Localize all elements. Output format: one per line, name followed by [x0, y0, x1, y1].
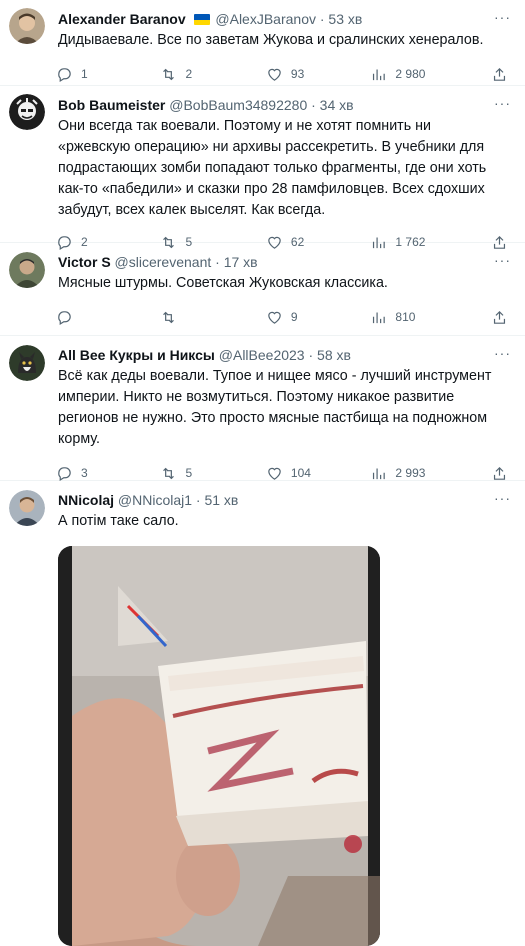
reply-icon — [58, 466, 71, 481]
view-count: 2 980 — [395, 67, 426, 81]
like-count: 9 — [290, 310, 298, 324]
view-count: 810 — [395, 310, 416, 324]
retweet-button[interactable]: 2 — [160, 66, 265, 83]
tweet[interactable]: ··· All Bee Кукры и Никсы @AllBee2023 · … — [0, 336, 525, 481]
views-icon — [373, 468, 386, 479]
timestamp[interactable]: · 51 хв — [196, 492, 238, 508]
tweet-text: Дидываевале. Все по заветам Жукова и сра… — [58, 32, 484, 48]
retweet-count: 5 — [185, 466, 193, 480]
author-handle[interactable]: @NNicolaj1 — [118, 492, 192, 508]
avatar[interactable] — [9, 94, 45, 130]
reply-icon — [58, 310, 71, 325]
views-button[interactable]: 2 980 — [370, 66, 491, 83]
timestamp[interactable]: · 58 хв — [308, 347, 350, 363]
author-handle[interactable]: @AllBee2023 — [219, 347, 305, 363]
tweet[interactable]: ··· Bob Baumeister @BobBaum34892280 · 34… — [0, 86, 525, 250]
timestamp[interactable]: · 34 хв — [311, 97, 353, 113]
more-icon[interactable]: ··· — [494, 10, 511, 24]
share-icon — [494, 67, 506, 81]
avatar[interactable] — [9, 345, 45, 381]
avatar[interactable] — [9, 252, 45, 288]
author-handle[interactable]: @slicerevenant — [115, 254, 212, 270]
timestamp[interactable]: · 17 хв — [215, 254, 257, 270]
action-bar: 9 810 — [56, 298, 511, 336]
tweet[interactable]: ··· Alexander Baranov @AlexJBaranov · 53… — [0, 0, 525, 86]
like-button[interactable]: 93 — [266, 66, 370, 83]
share-button[interactable] — [491, 309, 511, 326]
share-icon — [494, 466, 506, 480]
author-name[interactable]: Alexander Baranov — [58, 11, 186, 27]
tweet-text: Всё как деды воевали. Тупое и нищее мясо… — [58, 368, 492, 447]
reply-count: 3 — [81, 466, 88, 480]
avatar[interactable] — [9, 490, 45, 526]
retweet-count: 2 — [185, 67, 193, 81]
like-button[interactable]: 104 — [266, 465, 370, 482]
author-name[interactable]: Victor S — [58, 254, 111, 270]
reply-icon — [58, 67, 71, 82]
view-count: 2 993 — [395, 466, 426, 480]
views-button[interactable]: 810 — [370, 309, 491, 326]
more-icon[interactable]: ··· — [494, 491, 511, 505]
retweet-button[interactable] — [160, 309, 265, 326]
author-name[interactable]: Bob Baumeister — [58, 97, 165, 113]
more-icon[interactable]: ··· — [494, 253, 511, 267]
reply-button[interactable]: 3 — [56, 465, 160, 482]
author-name[interactable]: All Bee Кукры и Никсы — [58, 347, 215, 363]
more-icon[interactable]: ··· — [494, 346, 511, 360]
like-count: 93 — [290, 67, 305, 81]
author-name[interactable]: NNicolaj — [58, 492, 114, 508]
retweet-icon — [163, 467, 175, 479]
author-handle[interactable]: @BobBaum34892280 — [169, 97, 307, 113]
tweet-text: Мясные штурмы. Советская Жуковская класс… — [58, 275, 388, 291]
reply-count: 1 — [81, 67, 88, 81]
views-button[interactable]: 2 993 — [370, 465, 491, 482]
more-icon[interactable]: ··· — [494, 96, 511, 110]
tweet[interactable]: ··· Victor S @slicerevenant · 17 хв Мясн… — [0, 243, 525, 336]
reply-button[interactable] — [56, 309, 160, 326]
like-count: 104 — [290, 466, 311, 480]
tweet-text: Они всегда так воевали. Поэтому и не хот… — [58, 118, 487, 218]
salo-photo — [58, 546, 380, 946]
timestamp[interactable]: · 53 хв — [320, 11, 362, 27]
author-handle[interactable]: @AlexJBaranov — [215, 11, 316, 27]
retweet-icon — [163, 311, 175, 323]
ukraine-flag-icon — [193, 14, 210, 25]
tweet[interactable]: ··· NNicolaj @NNicolaj1 · 51 хв А потім … — [0, 481, 525, 946]
like-icon — [268, 68, 281, 81]
like-button[interactable]: 9 — [266, 309, 370, 326]
share-icon — [494, 310, 506, 324]
share-button[interactable] — [491, 66, 511, 83]
retweet-icon — [163, 68, 175, 80]
avatar[interactable] — [9, 8, 45, 44]
views-icon — [373, 312, 386, 323]
retweet-button[interactable]: 5 — [160, 465, 265, 482]
reply-button[interactable]: 1 — [56, 66, 160, 83]
views-icon — [373, 69, 386, 80]
like-icon — [268, 467, 281, 480]
like-icon — [268, 311, 281, 324]
tweet-media-image[interactable] — [58, 546, 380, 946]
tweet-text: А потім таке сало. — [58, 513, 179, 529]
share-button[interactable] — [491, 465, 511, 482]
